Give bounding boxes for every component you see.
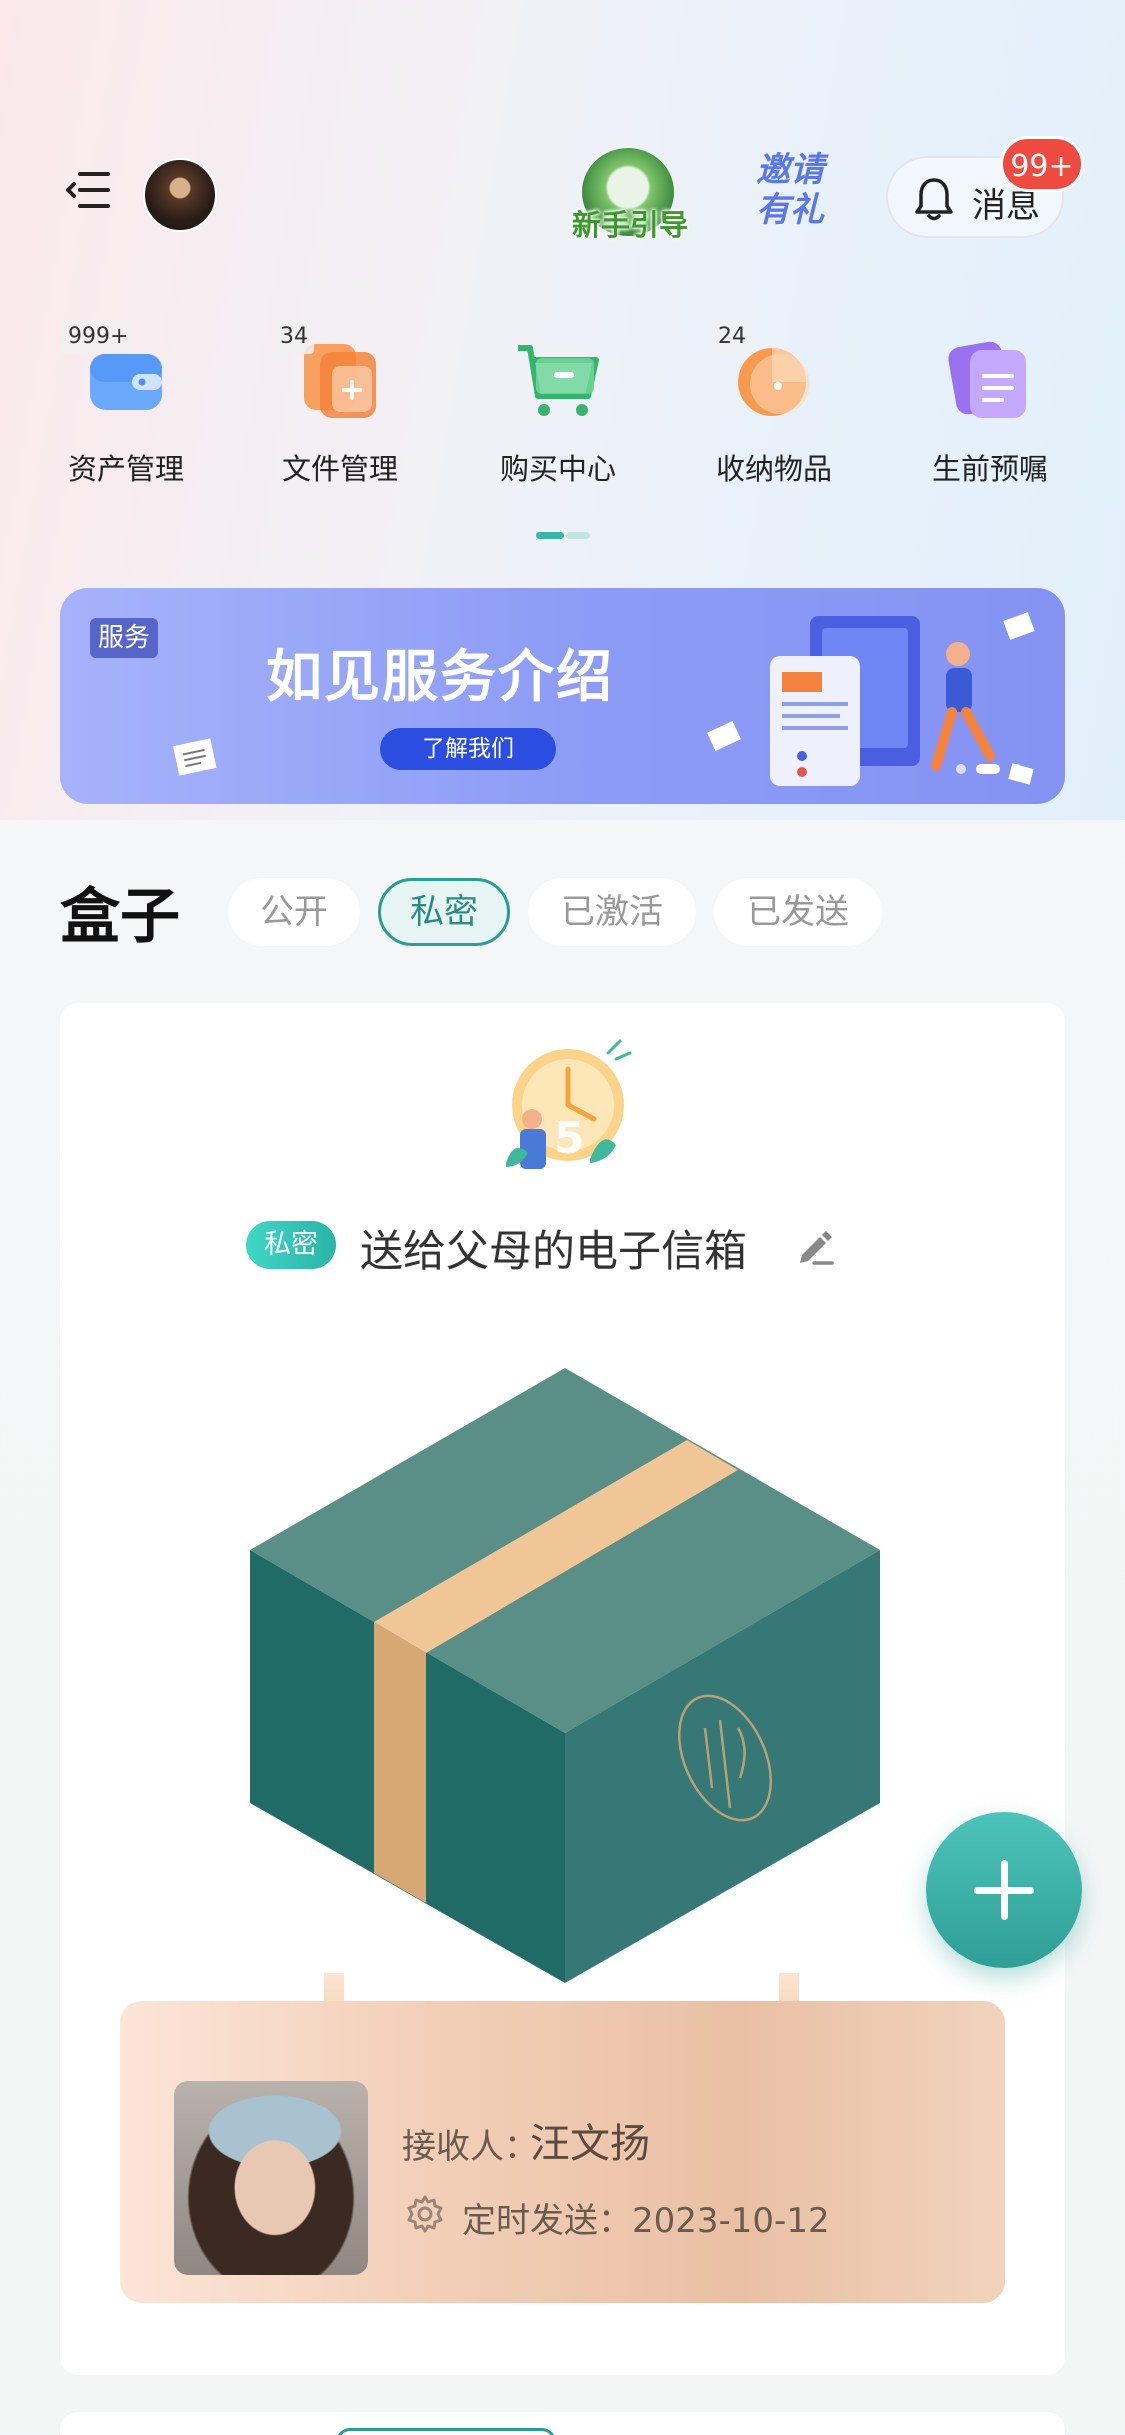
shortcut-files[interactable]: 34 文件管理 xyxy=(250,320,430,500)
user-avatar[interactable] xyxy=(143,158,217,232)
shortcut-pager xyxy=(536,532,592,540)
paper-icon xyxy=(173,738,217,776)
next-box-card xyxy=(60,2412,1065,2435)
edit-icon[interactable] xyxy=(794,1225,836,1267)
shortcut-grid: 999+ 资产管理 34 文件管理 购买中心 24 收纳物品 生前预嘱 xyxy=(0,320,1125,500)
receiver-card[interactable]: 接收人： 汪文扬 定时发送：2023-10-12 xyxy=(120,2001,1005,2303)
shortcut-storage[interactable]: 24 收纳物品 xyxy=(684,320,864,500)
banner-tag: 服务 xyxy=(90,618,159,658)
gift-box-illustration xyxy=(250,1368,880,1983)
filter-public[interactable]: 公开 xyxy=(228,878,360,946)
shortcut-count: 999+ xyxy=(62,320,135,354)
invite-button[interactable]: 邀请 有礼 xyxy=(750,150,830,240)
invite-line2: 有礼 xyxy=(756,190,824,230)
receiver-label: 接收人： xyxy=(402,2127,538,2167)
clock-illustration: 5 xyxy=(506,1039,632,1169)
shortcut-will[interactable]: 生前预嘱 xyxy=(900,320,1080,500)
banner-title: 如见服务介绍 xyxy=(266,644,614,710)
invite-line1: 邀请 xyxy=(756,150,824,190)
document-icon xyxy=(948,341,1026,418)
shortcut-count: 24 xyxy=(712,320,752,354)
shortcut-label: 购买中心 xyxy=(499,452,616,486)
schedule-text: 定时发送：2023-10-12 xyxy=(462,2201,830,2241)
shortcut-label: 收纳物品 xyxy=(715,452,832,486)
receiver-name: 汪文扬 xyxy=(530,2121,650,2167)
newbie-guide-button[interactable]: 新手引导 xyxy=(570,148,690,244)
box-title: 送给父母的电子信箱 xyxy=(360,1227,747,1277)
shortcut-assets[interactable]: 999+ 资产管理 xyxy=(36,320,216,500)
svg-text:5: 5 xyxy=(554,1113,585,1164)
service-banner[interactable]: 服务 如见服务介绍 了解我们 xyxy=(60,588,1065,804)
shortcut-label: 生前预嘱 xyxy=(931,452,1048,486)
learn-more-button[interactable]: 了解我们 xyxy=(380,728,556,770)
box-card[interactable]: 5 私密 送给父母的电子信箱 接收人： 汪文扬 定时发送：2023-10-12 xyxy=(60,1003,1065,2375)
filter-activated[interactable]: 已激活 xyxy=(528,878,696,946)
newbie-guide-label: 新手引导 xyxy=(571,208,688,242)
cart-icon xyxy=(518,345,599,416)
banner-pager xyxy=(956,764,1026,776)
messages-badge: 99+ xyxy=(1000,136,1084,192)
shortcut-count: 34 xyxy=(274,320,314,354)
privacy-tag: 私密 xyxy=(246,1221,336,1269)
section-title: 盒子 xyxy=(60,882,180,952)
filter-private[interactable]: 私密 xyxy=(378,878,510,946)
bell-icon xyxy=(915,178,953,221)
gear-icon xyxy=(407,2195,443,2233)
shortcut-label: 文件管理 xyxy=(281,452,398,486)
menu-icon[interactable] xyxy=(66,170,112,210)
add-box-button[interactable] xyxy=(926,1812,1082,1968)
shortcut-shop[interactable]: 购买中心 xyxy=(468,320,648,500)
filter-sent[interactable]: 已发送 xyxy=(714,878,882,946)
receiver-avatar xyxy=(174,2081,368,2275)
shortcut-label: 资产管理 xyxy=(67,452,184,486)
